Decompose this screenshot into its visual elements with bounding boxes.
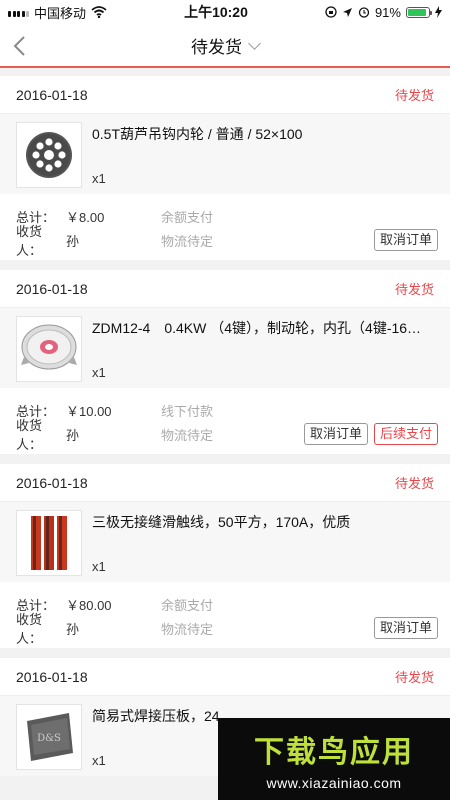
product-thumbnail — [16, 510, 82, 576]
item-quantity: x1 — [92, 365, 106, 380]
receiver-row: 收货人： 孙 物流待定 取消订单 后续支付 — [16, 418, 438, 452]
status-left: 中国移动 — [8, 3, 107, 22]
payment-method: 余额支付 — [161, 597, 214, 613]
order-footer: 总计： ￥8.00 余额支付 收货人： 孙 物流待定 取消订单 — [0, 194, 450, 260]
receiver-label: 收货人： — [16, 612, 43, 646]
clamp-plate-product-image: D&S — [27, 713, 73, 761]
order-status: 待发货 — [394, 670, 434, 685]
charging-icon — [434, 6, 442, 18]
order-item[interactable]: 三极无接缝滑触线，50平方，170A，优质 x1 — [0, 502, 450, 582]
order-status: 待发货 — [394, 88, 434, 103]
battery-icon — [405, 6, 432, 18]
item-quantity: x1 — [92, 171, 106, 186]
total-row: 总计： ￥80.00 余额支付 — [16, 592, 438, 616]
product-thumbnail — [16, 316, 82, 382]
chevron-down-icon — [248, 36, 261, 50]
rotation-lock-icon — [325, 6, 337, 18]
logistics-status: 物流待定 — [161, 427, 214, 443]
receiver-name: 孙 — [66, 427, 80, 443]
receiver-label: 收货人： — [16, 224, 43, 258]
total-row: 总计： ￥8.00 余额支付 — [16, 204, 438, 228]
cancel-order-button[interactable]: 取消订单 — [373, 229, 438, 251]
status-right: 91% — [325, 5, 442, 20]
wifi-icon — [91, 6, 107, 18]
receiver-name: 孙 — [66, 233, 80, 249]
item-name: 0.5T葫芦吊钩内轮 / 普通 / 52×100 — [92, 126, 303, 142]
carrier-label: 中国移动 — [34, 5, 87, 21]
order-date: 2016-01-18 — [16, 86, 88, 103]
logistics-status: 物流待定 — [161, 233, 214, 249]
page-title: 待发货 — [191, 37, 242, 57]
total-row: 总计： ￥10.00 线下付款 — [16, 398, 438, 422]
logistics-status: 物流待定 — [161, 621, 214, 637]
order-status: 待发货 — [394, 282, 434, 297]
order-list: 2016-01-18 待发货 0.5T葫芦吊钩内轮 / 普通 / 52×100 … — [0, 68, 450, 776]
order-actions: 取消订单 — [373, 617, 438, 639]
payment-method: 余额支付 — [161, 209, 214, 225]
watermark-title: 下载鸟应用 — [254, 736, 414, 769]
order-date: 2016-01-18 — [16, 474, 88, 491]
receiver-label: 收货人： — [16, 418, 43, 452]
chevron-left-icon — [13, 36, 25, 56]
order-card: 2016-01-18 待发货 三极无接缝滑触线，50平方，170A，优质 x1 — [0, 464, 450, 648]
location-icon — [342, 7, 352, 17]
order-header: 2016-01-18 待发货 — [0, 464, 450, 502]
order-date: 2016-01-18 — [16, 668, 88, 685]
nav-bar: 待发货 — [0, 24, 450, 68]
alarm-icon — [358, 7, 370, 18]
status-bar: 中国移动 上午10:20 91% — [0, 0, 450, 24]
page-title-dropdown[interactable]: 待发货 — [191, 33, 261, 58]
product-thumbnail — [16, 122, 82, 188]
watermark-url: www.xiazainiao.com — [266, 775, 402, 791]
item-name: ZDM12-4 0.4KW （4键），制动轮，内孔（4键-16… — [92, 320, 422, 336]
order-header: 2016-01-18 待发货 — [0, 658, 450, 696]
cancel-order-button[interactable]: 取消订单 — [373, 617, 438, 639]
order-item[interactable]: 0.5T葫芦吊钩内轮 / 普通 / 52×100 x1 — [0, 114, 450, 194]
payment-method: 线下付款 — [161, 403, 214, 419]
order-card: 2016-01-18 待发货 0.5T葫芦吊钩内轮 / 普通 / 52×100 … — [0, 76, 450, 260]
wheel-product-image — [26, 132, 72, 178]
clock: 上午10:20 — [184, 4, 248, 20]
order-footer: 总计： ￥80.00 余额支付 收货人： 孙 物流待定 取消订单 — [0, 582, 450, 648]
watermark-banner: 下载鸟应用 www.xiazainiao.com — [218, 718, 450, 800]
item-info: 0.5T葫芦吊钩内轮 / 普通 / 52×100 x1 — [92, 122, 434, 188]
item-info: 三极无接缝滑触线，50平方，170A，优质 x1 — [92, 510, 434, 576]
svg-text:D&S: D&S — [37, 733, 61, 744]
item-name: 三极无接缝滑触线，50平方，170A，优质 — [92, 514, 351, 530]
receiver-row: 收货人： 孙 物流待定 取消订单 — [16, 612, 438, 646]
order-actions: 取消订单 后续支付 — [303, 423, 438, 445]
order-date: 2016-01-18 — [16, 280, 88, 297]
battery-fill — [407, 8, 427, 16]
order-footer: 总计： ￥10.00 线下付款 收货人： 孙 物流待定 取消订单 后续支付 — [0, 388, 450, 454]
back-button[interactable] — [12, 32, 36, 60]
conductor-rail-product-image — [31, 516, 67, 570]
order-header: 2016-01-18 待发货 — [0, 76, 450, 114]
order-header: 2016-01-18 待发货 — [0, 270, 450, 308]
order-item[interactable]: ZDM12-4 0.4KW （4键），制动轮，内孔（4键-16… x1 — [0, 308, 450, 388]
brake-wheel-product-image — [21, 324, 77, 370]
receiver-name: 孙 — [66, 621, 80, 637]
order-actions: 取消订单 — [373, 229, 438, 251]
item-info: ZDM12-4 0.4KW （4键），制动轮，内孔（4键-16… x1 — [92, 316, 434, 382]
watermark-top: 下载鸟应用 — [254, 727, 414, 771]
total-amount: ￥10.00 — [66, 403, 112, 419]
followup-payment-button[interactable]: 后续支付 — [373, 423, 438, 445]
product-thumbnail: D&S — [16, 704, 82, 770]
order-status: 待发货 — [394, 476, 434, 491]
cancel-order-button[interactable]: 取消订单 — [303, 423, 368, 445]
total-amount: ￥80.00 — [66, 597, 112, 613]
signal-icon — [8, 7, 29, 17]
order-card: 2016-01-18 待发货 ZDM12-4 0.4KW （4键），制动轮，内孔… — [0, 270, 450, 454]
receiver-row: 收货人： 孙 物流待定 取消订单 — [16, 224, 438, 258]
item-quantity: x1 — [92, 559, 106, 574]
battery-percent: 91% — [374, 4, 401, 20]
total-amount: ￥8.00 — [66, 209, 105, 225]
